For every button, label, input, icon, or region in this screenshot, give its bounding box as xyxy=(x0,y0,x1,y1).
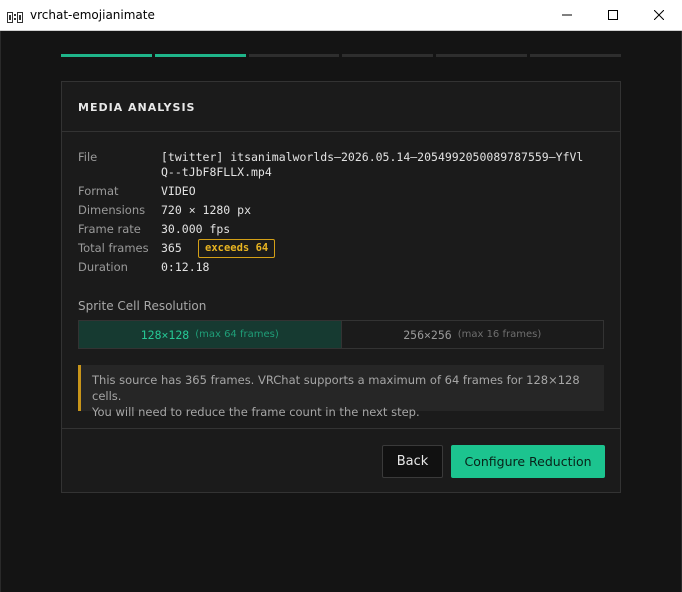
resolution-note: (max 16 frames) xyxy=(457,329,542,340)
minimize-button[interactable] xyxy=(544,0,590,30)
resolution-note: (max 64 frames) xyxy=(195,329,279,340)
frame-limit-warning: This source has 365 frames. VRChat suppo… xyxy=(78,365,604,419)
resolution-option-256[interactable]: 256×256 (max 16 frames) xyxy=(342,321,604,348)
format-label: Format xyxy=(78,184,119,198)
exceeds-badge: exceeds 64 xyxy=(198,239,276,258)
title-bar: vrchat-emojianimate xyxy=(0,0,682,31)
step-progress xyxy=(61,54,621,57)
back-button[interactable]: Back xyxy=(382,445,443,478)
total-frames-value: 365 xyxy=(161,241,182,255)
resolution-option-128[interactable]: 128×128 (max 64 frames) xyxy=(79,321,342,348)
resolution-value: 128×128 xyxy=(140,327,190,342)
maximize-icon xyxy=(608,10,618,20)
framerate-label: Frame rate xyxy=(78,222,141,236)
format-value: VIDEO xyxy=(161,184,196,198)
framerate-value: 30.000 fps xyxy=(161,222,231,236)
close-button[interactable] xyxy=(636,0,682,30)
close-icon xyxy=(654,10,664,20)
card-header: MEDIA ANALYSIS xyxy=(62,82,620,132)
maximize-button[interactable] xyxy=(590,0,636,30)
dimensions-label: Dimensions xyxy=(78,203,146,217)
resolution-selector: 128×128 (max 64 frames) 256×256 (max 16 … xyxy=(78,320,604,349)
step-indicator xyxy=(61,54,152,57)
card-footer: Back Configure Reduction xyxy=(62,428,620,493)
step-indicator xyxy=(342,54,434,57)
warning-line-2: You will need to reduce the frame count … xyxy=(92,405,420,419)
configure-reduction-button[interactable]: Configure Reduction xyxy=(451,445,605,478)
card-title: MEDIA ANALYSIS xyxy=(78,101,196,114)
file-name-line1: [twitter] itsanimalworlds—2026.05.14—205… xyxy=(161,150,584,164)
media-analysis-card: MEDIA ANALYSIS File [twitter] itsanimalw… xyxy=(61,81,621,493)
duration-value: 0:12.18 xyxy=(161,260,210,274)
minimize-icon xyxy=(562,14,572,16)
file-name-line2: Q--tJbF8FLLX.mp4 xyxy=(161,165,272,179)
step-indicator xyxy=(436,54,528,57)
warning-line-1: This source has 365 frames. VRChat suppo… xyxy=(92,373,580,403)
file-label: File xyxy=(78,150,98,164)
step-indicator xyxy=(154,54,246,57)
resolution-label: Sprite Cell Resolution xyxy=(78,299,207,313)
step-indicator xyxy=(248,54,340,57)
resolution-value: 256×256 xyxy=(403,327,452,342)
window-title: vrchat-emojianimate xyxy=(30,8,155,22)
total-frames-label: Total frames xyxy=(78,241,149,255)
app-icon xyxy=(7,10,23,23)
step-indicator xyxy=(530,54,621,57)
duration-label: Duration xyxy=(78,260,128,274)
dimensions-value: 720 × 1280 px xyxy=(161,203,252,217)
